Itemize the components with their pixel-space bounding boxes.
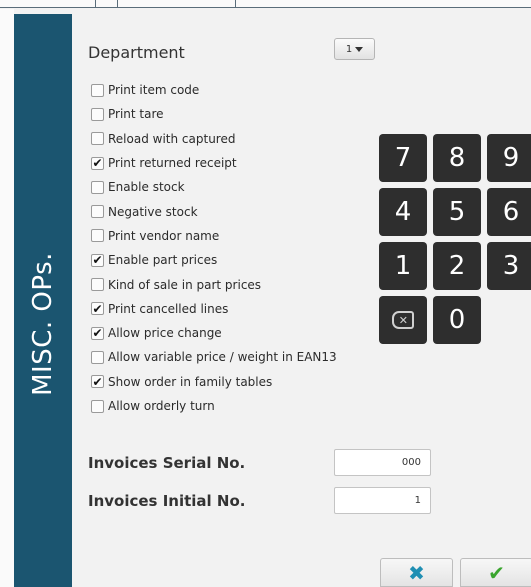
option-label: Allow variable price / weight in EAN13 <box>108 350 337 365</box>
option-row[interactable]: ✔ Print returned receipt <box>91 151 337 175</box>
option-checkbox[interactable] <box>91 132 104 146</box>
invoices-serial-label: Invoices Serial No. <box>88 454 246 472</box>
option-label: Print tare <box>108 107 164 122</box>
option-checkbox[interactable] <box>91 350 104 364</box>
confirm-button[interactable]: ✔ <box>460 558 531 587</box>
option-row[interactable]: ✔ Print cancelled lines <box>91 297 337 321</box>
option-label: Kind of sale in part prices <box>108 277 262 292</box>
option-checkbox[interactable] <box>91 205 104 219</box>
department-label: Department <box>88 43 185 62</box>
key-9[interactable]: 9 <box>487 134 531 182</box>
left-edge <box>0 9 14 587</box>
close-icon: ✖ <box>408 560 425 585</box>
option-label: Print vendor name <box>108 228 220 243</box>
backspace-icon: ✕ <box>392 311 414 329</box>
backspace-button[interactable]: ✕ <box>379 296 427 344</box>
checkmark-icon[interactable]: ✔ <box>91 156 104 170</box>
option-checkbox[interactable] <box>91 83 104 97</box>
department-select[interactable]: 1 <box>334 38 375 60</box>
checkmark-icon[interactable]: ✔ <box>91 326 104 340</box>
option-row[interactable]: ✔ Enable part prices <box>91 248 337 272</box>
invoices-initial-label: Invoices Initial No. <box>88 492 246 510</box>
top-divider <box>95 0 96 8</box>
checkmark-icon[interactable]: ✔ <box>91 375 104 389</box>
option-label: Allow orderly turn <box>108 399 215 413</box>
option-row[interactable]: Print tare <box>91 102 337 126</box>
options-list: Print item code Print tare Reload with cap… <box>91 78 337 418</box>
key-7[interactable]: 7 <box>379 134 427 182</box>
option-checkbox[interactable] <box>91 229 104 243</box>
option-row[interactable]: Kind of sale in part prices <box>91 272 337 296</box>
top-divider <box>235 0 236 8</box>
option-row[interactable]: Print item code <box>91 78 337 102</box>
option-label: Print item code <box>108 83 200 98</box>
key-6[interactable]: 6 <box>487 188 531 236</box>
option-label: Show order in family tables <box>108 374 273 389</box>
option-checkbox[interactable] <box>91 180 104 194</box>
option-label: Print returned receipt <box>108 156 237 171</box>
key-5[interactable]: 5 <box>433 188 481 236</box>
option-checkbox[interactable] <box>91 399 104 413</box>
checkmark-icon[interactable]: ✔ <box>91 302 104 316</box>
option-row[interactable]: ✔ Allow price change <box>91 321 337 345</box>
option-row[interactable]: Enable stock <box>91 175 337 199</box>
key-2[interactable]: 2 <box>433 242 481 290</box>
invoices-serial-input[interactable]: 000 <box>334 449 431 476</box>
cancel-button[interactable]: ✖ <box>380 558 453 587</box>
option-row[interactable]: Reload with captured <box>91 127 337 151</box>
panel-title: MISC. OPs. <box>28 252 58 396</box>
option-checkbox[interactable] <box>91 107 104 121</box>
top-divider <box>117 0 118 8</box>
option-label: Allow price change <box>108 326 222 341</box>
top-border <box>0 0 531 8</box>
option-label: Enable stock <box>108 180 185 195</box>
department-value: 1 <box>345 43 353 55</box>
checkmark-icon[interactable]: ✔ <box>91 253 104 267</box>
option-row[interactable]: Negative stock <box>91 199 337 223</box>
sidebar: MISC. OPs. <box>14 14 72 587</box>
option-row[interactable]: Allow variable price / weight in EAN13 <box>91 345 337 369</box>
key-0[interactable]: 0 <box>433 296 481 344</box>
option-label: Negative stock <box>108 204 198 219</box>
option-label: Reload with captured <box>108 131 236 146</box>
option-checkbox[interactable] <box>91 278 104 292</box>
check-icon: ✔ <box>488 560 505 585</box>
option-row[interactable]: Print vendor name <box>91 224 337 248</box>
option-row[interactable]: Allow orderly turn <box>91 394 337 418</box>
invoices-initial-input[interactable]: 1 <box>334 487 431 514</box>
key-8[interactable]: 8 <box>433 134 481 182</box>
option-label: Enable part prices <box>108 253 218 268</box>
key-4[interactable]: 4 <box>379 188 427 236</box>
chevron-down-icon <box>355 46 364 52</box>
option-label: Print cancelled lines <box>108 301 229 316</box>
key-3[interactable]: 3 <box>487 242 531 290</box>
key-1[interactable]: 1 <box>379 242 427 290</box>
option-row[interactable]: ✔ Show order in family tables <box>91 370 337 394</box>
